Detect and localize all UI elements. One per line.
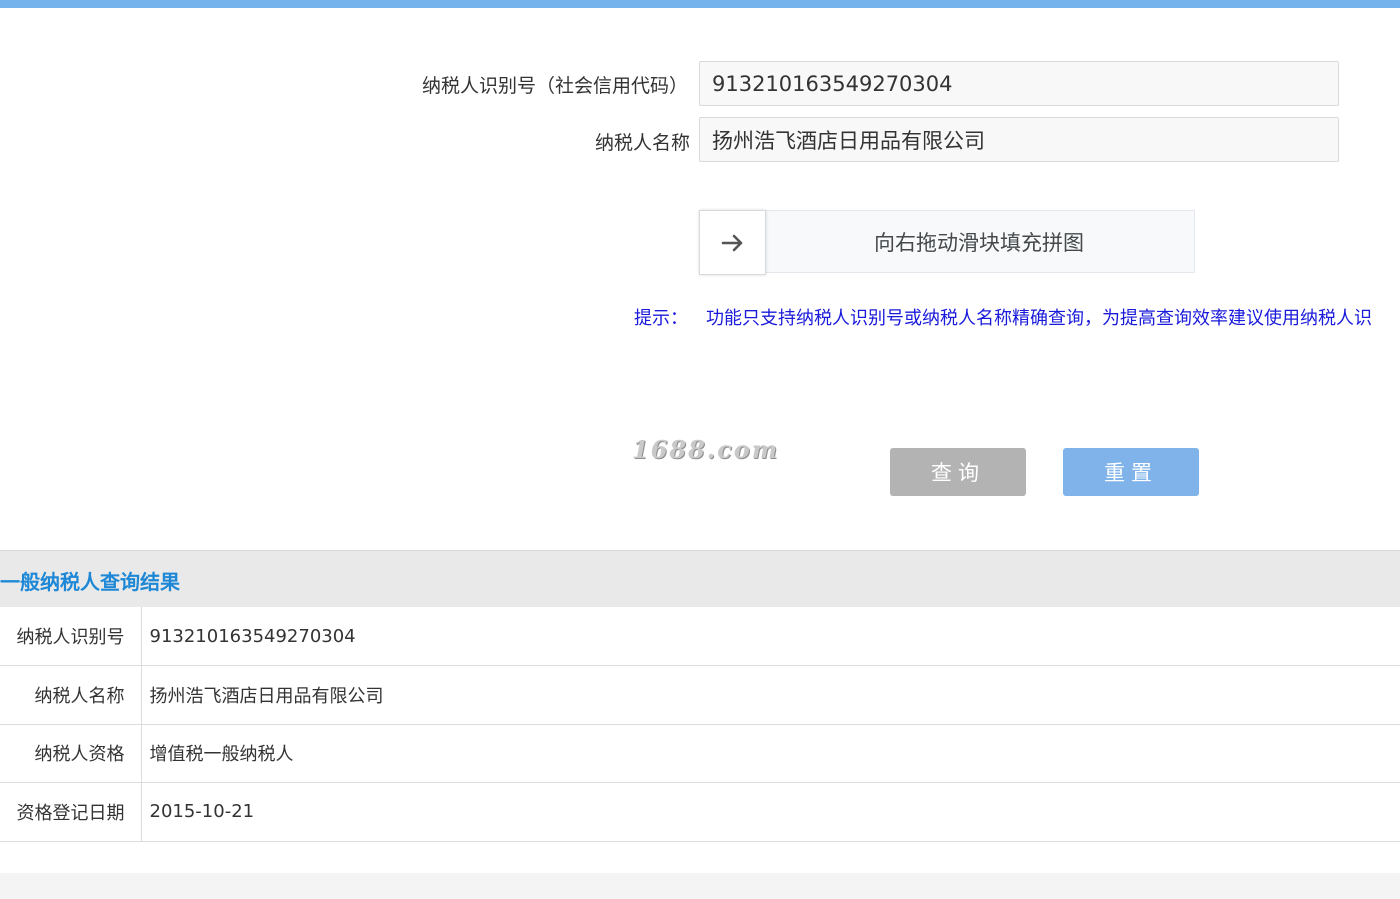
hint-message: 提示： 功能只支持纳税人识别号或纳税人名称精确查询，为提高查询效率建议使用纳税人识 [634, 304, 1372, 330]
row-key: 纳税人资格 [0, 724, 142, 783]
table-row: 纳税人识别号 913210163549270304 [0, 607, 1400, 666]
slider-instruction: 向右拖动滑块填充拼图 [874, 230, 1084, 255]
table-row: 纳税人资格 增值税一般纳税人 [0, 724, 1400, 783]
reset-button[interactable]: 重置 [1063, 448, 1199, 496]
taxpayer-name-label: 纳税人名称 [595, 132, 691, 154]
row-value: 增值税一般纳税人 [141, 724, 1400, 783]
query-button[interactable]: 查询 [890, 448, 1026, 496]
row-key: 纳税人识别号 [0, 607, 142, 666]
row-key: 资格登记日期 [0, 782, 142, 842]
result-title: 一般纳税人查询结果 [0, 570, 180, 594]
taxpayer-id-label: 纳税人识别号（社会信用代码） [422, 75, 689, 97]
result-header: 一般纳税人查询结果 [0, 550, 1400, 607]
taxpayer-name-input[interactable] [699, 117, 1339, 162]
table-row: 资格登记日期 2015-10-21 [0, 782, 1400, 842]
hint-text: 功能只支持纳税人识别号或纳税人名称精确查询，为提高查询效率建议使用纳税人识 [706, 308, 1372, 329]
row-key: 纳税人名称 [0, 665, 142, 725]
taxpayer-id-input[interactable] [699, 61, 1339, 106]
footer-band [0, 873, 1400, 899]
watermark: 1688.com [632, 435, 780, 464]
row-value: 913210163549270304 [141, 607, 1400, 666]
row-value: 2015-10-21 [141, 782, 1400, 842]
hint-label: 提示： [634, 308, 688, 329]
top-accent-bar [0, 0, 1400, 8]
table-row: 纳税人名称 扬州浩飞酒店日用品有限公司 [0, 665, 1400, 725]
result-table: 纳税人识别号 913210163549270304 纳税人名称 扬州浩飞酒店日用… [0, 607, 1400, 842]
captcha-slider[interactable]: 向右拖动滑块填充拼图 [699, 210, 1195, 275]
row-value: 扬州浩飞酒店日用品有限公司 [141, 665, 1400, 725]
arrow-right-icon [721, 234, 742, 251]
slider-handle[interactable] [699, 210, 766, 275]
